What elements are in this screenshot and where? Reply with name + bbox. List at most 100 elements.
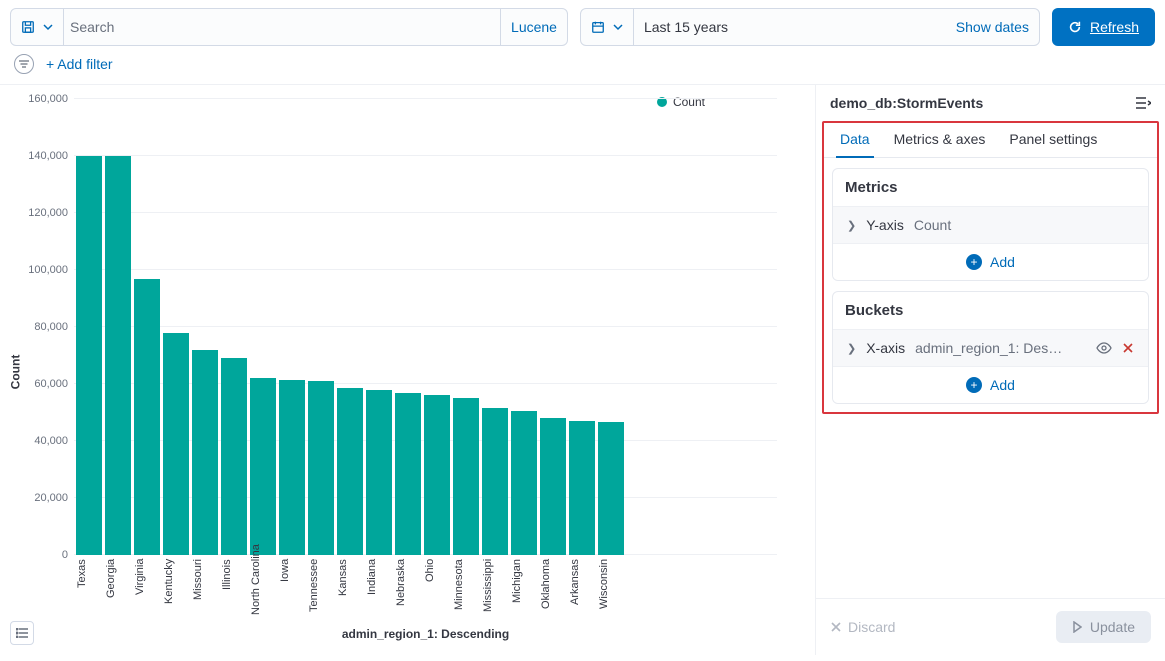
y-tick: 120,000 xyxy=(28,207,74,219)
main-area: Count Count 0 20,000 40,000 60,000 80,000 100… xyxy=(0,84,1165,655)
x-tick: Texas xyxy=(76,559,102,619)
x-tick: Illinois xyxy=(221,559,247,619)
remove-bucket-icon[interactable] xyxy=(1122,342,1134,354)
date-quick-select[interactable] xyxy=(581,9,634,45)
tab-metrics-axes[interactable]: Metrics & axes xyxy=(884,123,996,157)
refresh-button[interactable]: Refresh xyxy=(1052,8,1155,46)
show-dates-toggle[interactable]: Show dates xyxy=(946,9,1039,45)
y-axis-label: Count xyxy=(8,355,22,390)
chevron-right-icon: ❯ xyxy=(847,219,856,232)
date-range-display[interactable]: Last 15 years xyxy=(634,9,946,45)
bar[interactable] xyxy=(76,156,102,555)
filter-options-icon[interactable] xyxy=(14,54,34,74)
saved-queries-toggle[interactable] xyxy=(11,9,64,45)
expand-icon[interactable] xyxy=(1135,97,1151,109)
top-query-bar: Lucene Last 15 years Show dates Refresh xyxy=(0,0,1165,48)
editor-footer: Discard Update xyxy=(816,598,1165,655)
buckets-xaxis-row[interactable]: ❯ X-axis admin_region_1: Descend... xyxy=(833,329,1148,366)
x-tick: Indiana xyxy=(366,559,392,619)
bar[interactable] xyxy=(337,388,363,555)
add-bucket-button[interactable]: + Add xyxy=(833,366,1148,403)
x-tick: Georgia xyxy=(105,559,131,619)
bar[interactable] xyxy=(424,395,450,555)
bar[interactable] xyxy=(250,378,276,555)
chart-plot: 0 20,000 40,000 60,000 80,000 100,000 120,000 1… xyxy=(24,89,777,655)
y-tick: 100,000 xyxy=(28,264,74,276)
x-tick: Michigan xyxy=(511,559,537,619)
bar[interactable] xyxy=(279,380,305,555)
bar[interactable] xyxy=(366,390,392,555)
bar[interactable] xyxy=(511,411,537,555)
metrics-yaxis-row[interactable]: ❯ Y-axis Count xyxy=(833,206,1148,243)
x-tick: Ohio xyxy=(424,559,450,619)
bar[interactable] xyxy=(569,421,595,555)
buckets-row-label: X-axis xyxy=(866,340,905,356)
y-tick: 160,000 xyxy=(28,93,74,105)
bar[interactable] xyxy=(308,381,334,555)
buckets-section: Buckets ❯ X-axis admin_region_1: Descend… xyxy=(832,291,1149,404)
add-metric-label: Add xyxy=(990,254,1015,270)
chart-panel: Count Count 020,00040,00060,00080,000100… xyxy=(0,85,815,655)
filter-bar: + Add filter xyxy=(0,48,1165,84)
discard-button[interactable]: Discard xyxy=(830,619,895,635)
y-tick: 40,000 xyxy=(34,435,74,447)
tab-panel-settings[interactable]: Panel settings xyxy=(999,123,1107,157)
x-tick: North Carolina xyxy=(250,559,276,619)
search-input[interactable] xyxy=(64,9,500,45)
bar[interactable] xyxy=(221,358,247,555)
search-group: Lucene xyxy=(10,8,568,46)
toggle-visibility-icon[interactable] xyxy=(1096,342,1112,354)
play-icon xyxy=(1072,621,1082,633)
x-axis-label: admin_region_1: Descending xyxy=(74,627,777,641)
chevron-down-icon xyxy=(43,22,53,32)
bar[interactable] xyxy=(453,398,479,555)
x-tick: Arkansas xyxy=(569,559,595,619)
bar[interactable] xyxy=(395,393,421,555)
bar[interactable] xyxy=(540,418,566,555)
metrics-row-value: Count xyxy=(914,217,951,233)
metrics-heading: Metrics xyxy=(833,169,1148,206)
metrics-section: Metrics ❯ Y-axis Count + Add xyxy=(832,168,1149,281)
bar[interactable] xyxy=(105,156,131,555)
legend-position-toggle[interactable] xyxy=(10,621,34,645)
metrics-row-label: Y-axis xyxy=(866,217,904,233)
query-language-select[interactable]: Lucene xyxy=(500,9,567,45)
x-tick: Wisconsin xyxy=(598,559,624,619)
x-tick: Tennessee xyxy=(308,559,334,619)
plus-icon: + xyxy=(966,254,982,270)
tab-data[interactable]: Data xyxy=(830,123,880,157)
y-tick: 60,000 xyxy=(34,378,74,390)
discard-label: Discard xyxy=(848,619,895,635)
x-tick: Kentucky xyxy=(163,559,189,619)
x-tick: Mississippi xyxy=(482,559,508,619)
calendar-icon xyxy=(591,20,605,34)
y-tick: 80,000 xyxy=(34,321,74,333)
bar[interactable] xyxy=(134,279,160,555)
x-tick: Iowa xyxy=(279,559,305,619)
list-icon xyxy=(16,628,28,638)
add-filter-button[interactable]: + Add filter xyxy=(46,56,113,72)
bar[interactable] xyxy=(482,408,508,555)
date-range-group: Last 15 years Show dates xyxy=(580,8,1040,46)
bar[interactable] xyxy=(192,350,218,555)
y-tick: 0 xyxy=(62,549,74,561)
x-tick: Minnesota xyxy=(453,559,479,619)
chevron-down-icon xyxy=(613,22,623,32)
editor-tabs: Data Metrics & axes Panel settings xyxy=(824,123,1157,158)
y-tick: 20,000 xyxy=(34,492,74,504)
index-pattern-title: demo_db:StormEvents xyxy=(830,95,983,111)
buckets-row-value: admin_region_1: Descend... xyxy=(915,340,1065,356)
y-tick: 140,000 xyxy=(28,150,74,162)
save-icon xyxy=(21,20,35,34)
x-tick: Missouri xyxy=(192,559,218,619)
bar[interactable] xyxy=(163,333,189,555)
update-button[interactable]: Update xyxy=(1056,611,1151,643)
add-metric-button[interactable]: + Add xyxy=(833,243,1148,280)
refresh-label: Refresh xyxy=(1090,19,1139,35)
x-tick: Kansas xyxy=(337,559,363,619)
bar[interactable] xyxy=(598,422,624,555)
editor-side-panel: demo_db:StormEvents Data Metrics & axes … xyxy=(815,85,1165,655)
x-tick: Nebraska xyxy=(395,559,421,619)
refresh-icon xyxy=(1068,20,1082,34)
chevron-right-icon: ❯ xyxy=(847,342,856,355)
